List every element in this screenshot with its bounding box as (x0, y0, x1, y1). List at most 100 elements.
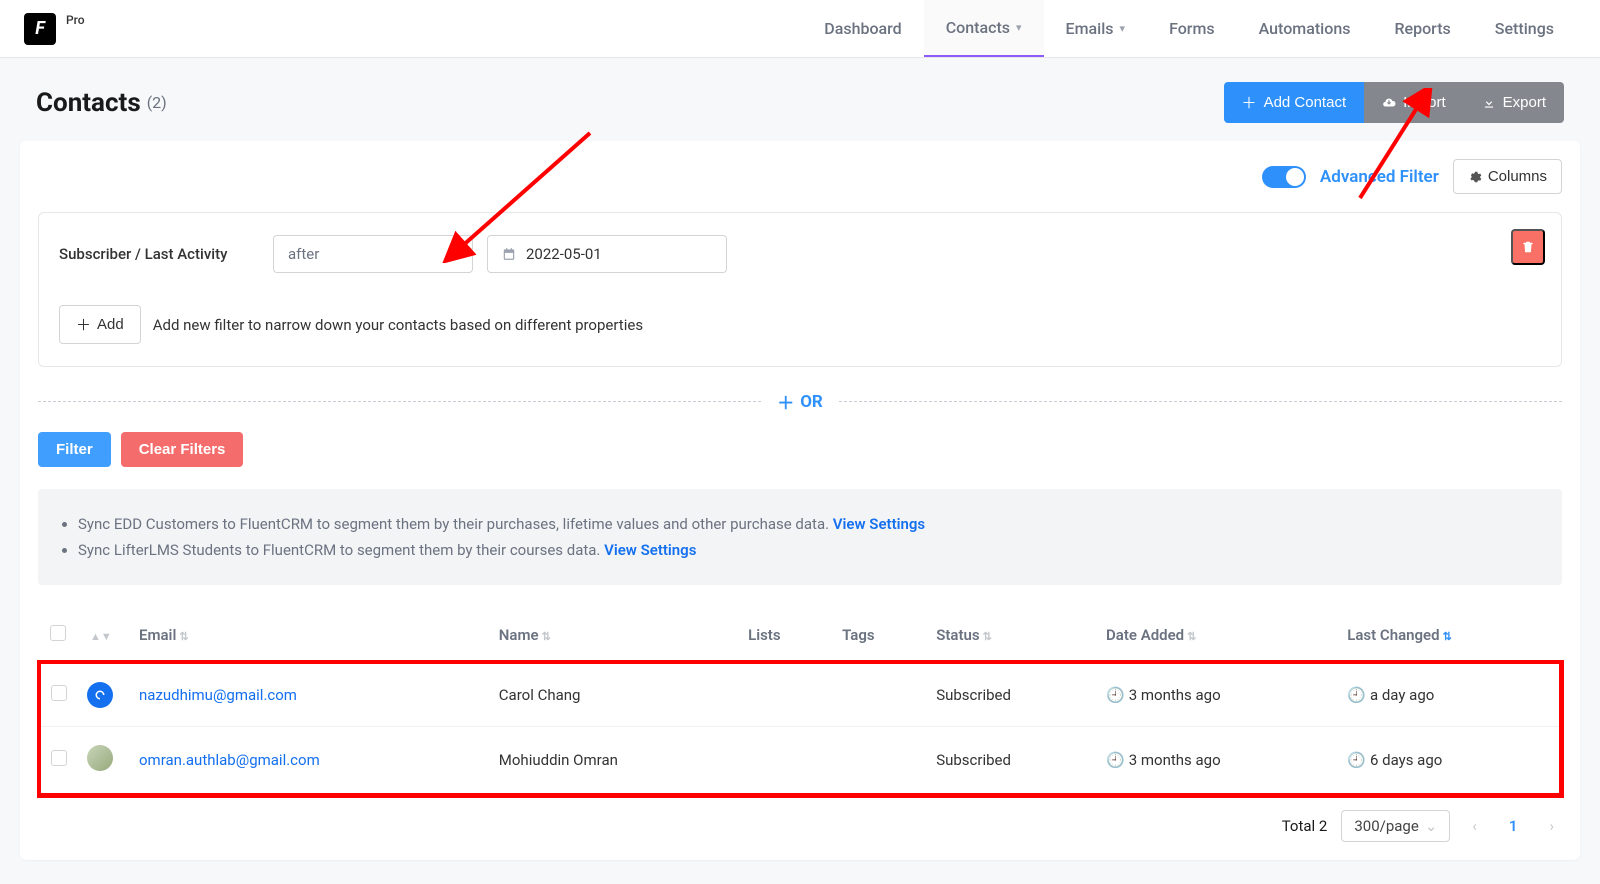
contact-last-changed: 🕘6 days ago (1337, 727, 1560, 795)
col-tags[interactable]: Tags (832, 609, 926, 663)
add-condition-row: ＋ Add Add new filter to narrow down your… (59, 305, 1541, 344)
pagination: Total 2 300/page ⌄ ‹ 1 › (38, 810, 1562, 842)
nav-forms[interactable]: Forms (1147, 0, 1237, 57)
add-condition-button[interactable]: ＋ Add (59, 305, 141, 344)
contact-name: Mohiuddin Omran (489, 727, 738, 795)
condition-operator-value: after (288, 245, 319, 263)
clear-filters-button[interactable]: Clear Filters (121, 432, 244, 467)
col-email[interactable]: Email⇅ (129, 609, 489, 663)
info-line: Sync LifterLMS Students to FluentCRM to … (78, 541, 1540, 559)
col-name[interactable]: Name⇅ (489, 609, 738, 663)
condition-date-input[interactable]: 2022-05-01 (487, 235, 727, 273)
pager-current[interactable]: 1 (1499, 817, 1528, 835)
sort-icon[interactable]: ▲▼ (90, 630, 112, 643)
table-header-row: ▲▼ Email⇅ Name⇅ Lists Tags Status⇅ Date … (40, 609, 1561, 663)
col-last-changed-label: Last Changed (1347, 626, 1439, 644)
chevron-down-icon: ▾ (1016, 21, 1022, 34)
add-condition-hint: Add new filter to narrow down your conta… (153, 316, 643, 334)
or-label: OR (800, 392, 823, 412)
info-panel: Sync EDD Customers to FluentCRM to segme… (38, 489, 1562, 585)
nav-emails[interactable]: Emails ▾ (1044, 0, 1148, 57)
table-body: nazudhimu@gmail.com Carol Chang Subscribed… (40, 663, 1561, 795)
view-settings-link[interactable]: View Settings (833, 515, 925, 533)
clock-icon: 🕘 (1106, 751, 1125, 769)
import-label: Import (1403, 94, 1446, 111)
divider-line (38, 401, 761, 402)
condition-row: Subscriber / Last Activity after ⌄ 2022-… (59, 235, 1541, 273)
cloud-upload-icon (1382, 96, 1396, 110)
contact-status: Subscribed (926, 663, 1096, 727)
add-condition-label: Add (97, 316, 124, 333)
add-contact-button[interactable]: ＋ Add Contact (1224, 82, 1365, 123)
table-row[interactable]: nazudhimu@gmail.com Carol Chang Subscribed… (40, 663, 1561, 727)
col-status-label: Status (936, 626, 979, 644)
gear-icon (1468, 170, 1482, 184)
sort-icon: ⇅ (1443, 630, 1452, 643)
select-all-checkbox[interactable] (50, 625, 66, 641)
sort-icon: ⇅ (1187, 630, 1196, 643)
per-page-select[interactable]: 300/page ⌄ (1341, 810, 1450, 842)
add-or-group-button[interactable]: ＋ OR (761, 389, 839, 414)
condition-operator-select[interactable]: after ⌄ (273, 235, 473, 273)
clock-icon: 🕘 (1106, 686, 1125, 704)
col-status[interactable]: Status⇅ (926, 609, 1096, 663)
info-text: Sync EDD Customers to FluentCRM to segme… (78, 515, 833, 533)
plus-icon: ＋ (76, 314, 91, 335)
nav-reports[interactable]: Reports (1372, 0, 1472, 57)
plus-icon: ＋ (777, 389, 794, 414)
export-button[interactable]: Export (1464, 82, 1564, 123)
delete-condition-button[interactable] (1511, 229, 1545, 265)
calendar-icon (502, 247, 516, 261)
nav-automations[interactable]: Automations (1237, 0, 1373, 57)
contact-date-added: 🕘3 months ago (1096, 663, 1337, 727)
chevron-down-icon: ⌄ (445, 245, 458, 263)
row-checkbox[interactable] (51, 685, 67, 701)
info-text: Sync LifterLMS Students to FluentCRM to … (78, 541, 604, 559)
table-row[interactable]: omran.authlab@gmail.com Mohiuddin Omran Su… (40, 727, 1561, 795)
logo-icon: F (24, 13, 56, 45)
advanced-filter-toggle[interactable] (1262, 166, 1306, 188)
contact-date-added: 🕘3 months ago (1096, 727, 1337, 795)
pager-total: Total 2 (1282, 817, 1328, 835)
pager-next[interactable]: › (1541, 817, 1562, 835)
trash-icon (1521, 240, 1535, 254)
contact-lists (738, 663, 832, 727)
contact-name: Carol Chang (489, 663, 738, 727)
logo-badge: Pro (66, 13, 85, 27)
filter-action-buttons: Filter Clear Filters (38, 432, 1562, 467)
nav-dashboard[interactable]: Dashboard (802, 0, 923, 57)
page-header: Contacts (2) ＋ Add Contact Import Export (20, 82, 1580, 123)
contact-email-link[interactable]: nazudhimu@gmail.com (139, 686, 297, 704)
contacts-table: ▲▼ Email⇅ Name⇅ Lists Tags Status⇅ Date … (38, 609, 1562, 796)
condition-date-value: 2022-05-01 (526, 245, 602, 263)
view-settings-link[interactable]: View Settings (604, 541, 696, 559)
col-email-label: Email (139, 626, 176, 644)
nav-contacts[interactable]: Contacts ▾ (924, 0, 1044, 57)
avatar (87, 745, 113, 771)
import-button[interactable]: Import (1364, 82, 1464, 123)
col-lists[interactable]: Lists (738, 609, 832, 663)
nav-settings[interactable]: Settings (1473, 0, 1576, 57)
logo-wrap: F Pro (24, 13, 85, 45)
contact-status: Subscribed (926, 727, 1096, 795)
clock-icon: 🕘 (1347, 686, 1366, 704)
col-name-label: Name (499, 626, 539, 644)
advanced-filter-label: Advanced Filter (1320, 167, 1439, 187)
nav-contacts-label: Contacts (946, 18, 1010, 37)
export-label: Export (1503, 94, 1546, 111)
contact-tags (832, 727, 926, 795)
pager-prev[interactable]: ‹ (1464, 817, 1485, 835)
columns-button[interactable]: Columns (1453, 159, 1562, 194)
nav-menu: Dashboard Contacts ▾ Emails ▾ Forms Auto… (802, 0, 1576, 57)
col-date-added[interactable]: Date Added⇅ (1096, 609, 1337, 663)
col-last-changed[interactable]: Last Changed ⇅ (1337, 609, 1560, 663)
top-navigation: F Pro Dashboard Contacts ▾ Emails ▾ Form… (0, 0, 1600, 58)
contact-email-link[interactable]: omran.authlab@gmail.com (139, 751, 320, 769)
avatar (87, 682, 113, 708)
sort-icon: ⇅ (542, 630, 551, 643)
condition-group: Subscriber / Last Activity after ⌄ 2022-… (38, 212, 1562, 367)
row-checkbox[interactable] (51, 750, 67, 766)
condition-field-label: Subscriber / Last Activity (59, 245, 259, 263)
col-date-added-label: Date Added (1106, 626, 1184, 644)
apply-filter-button[interactable]: Filter (38, 432, 111, 467)
